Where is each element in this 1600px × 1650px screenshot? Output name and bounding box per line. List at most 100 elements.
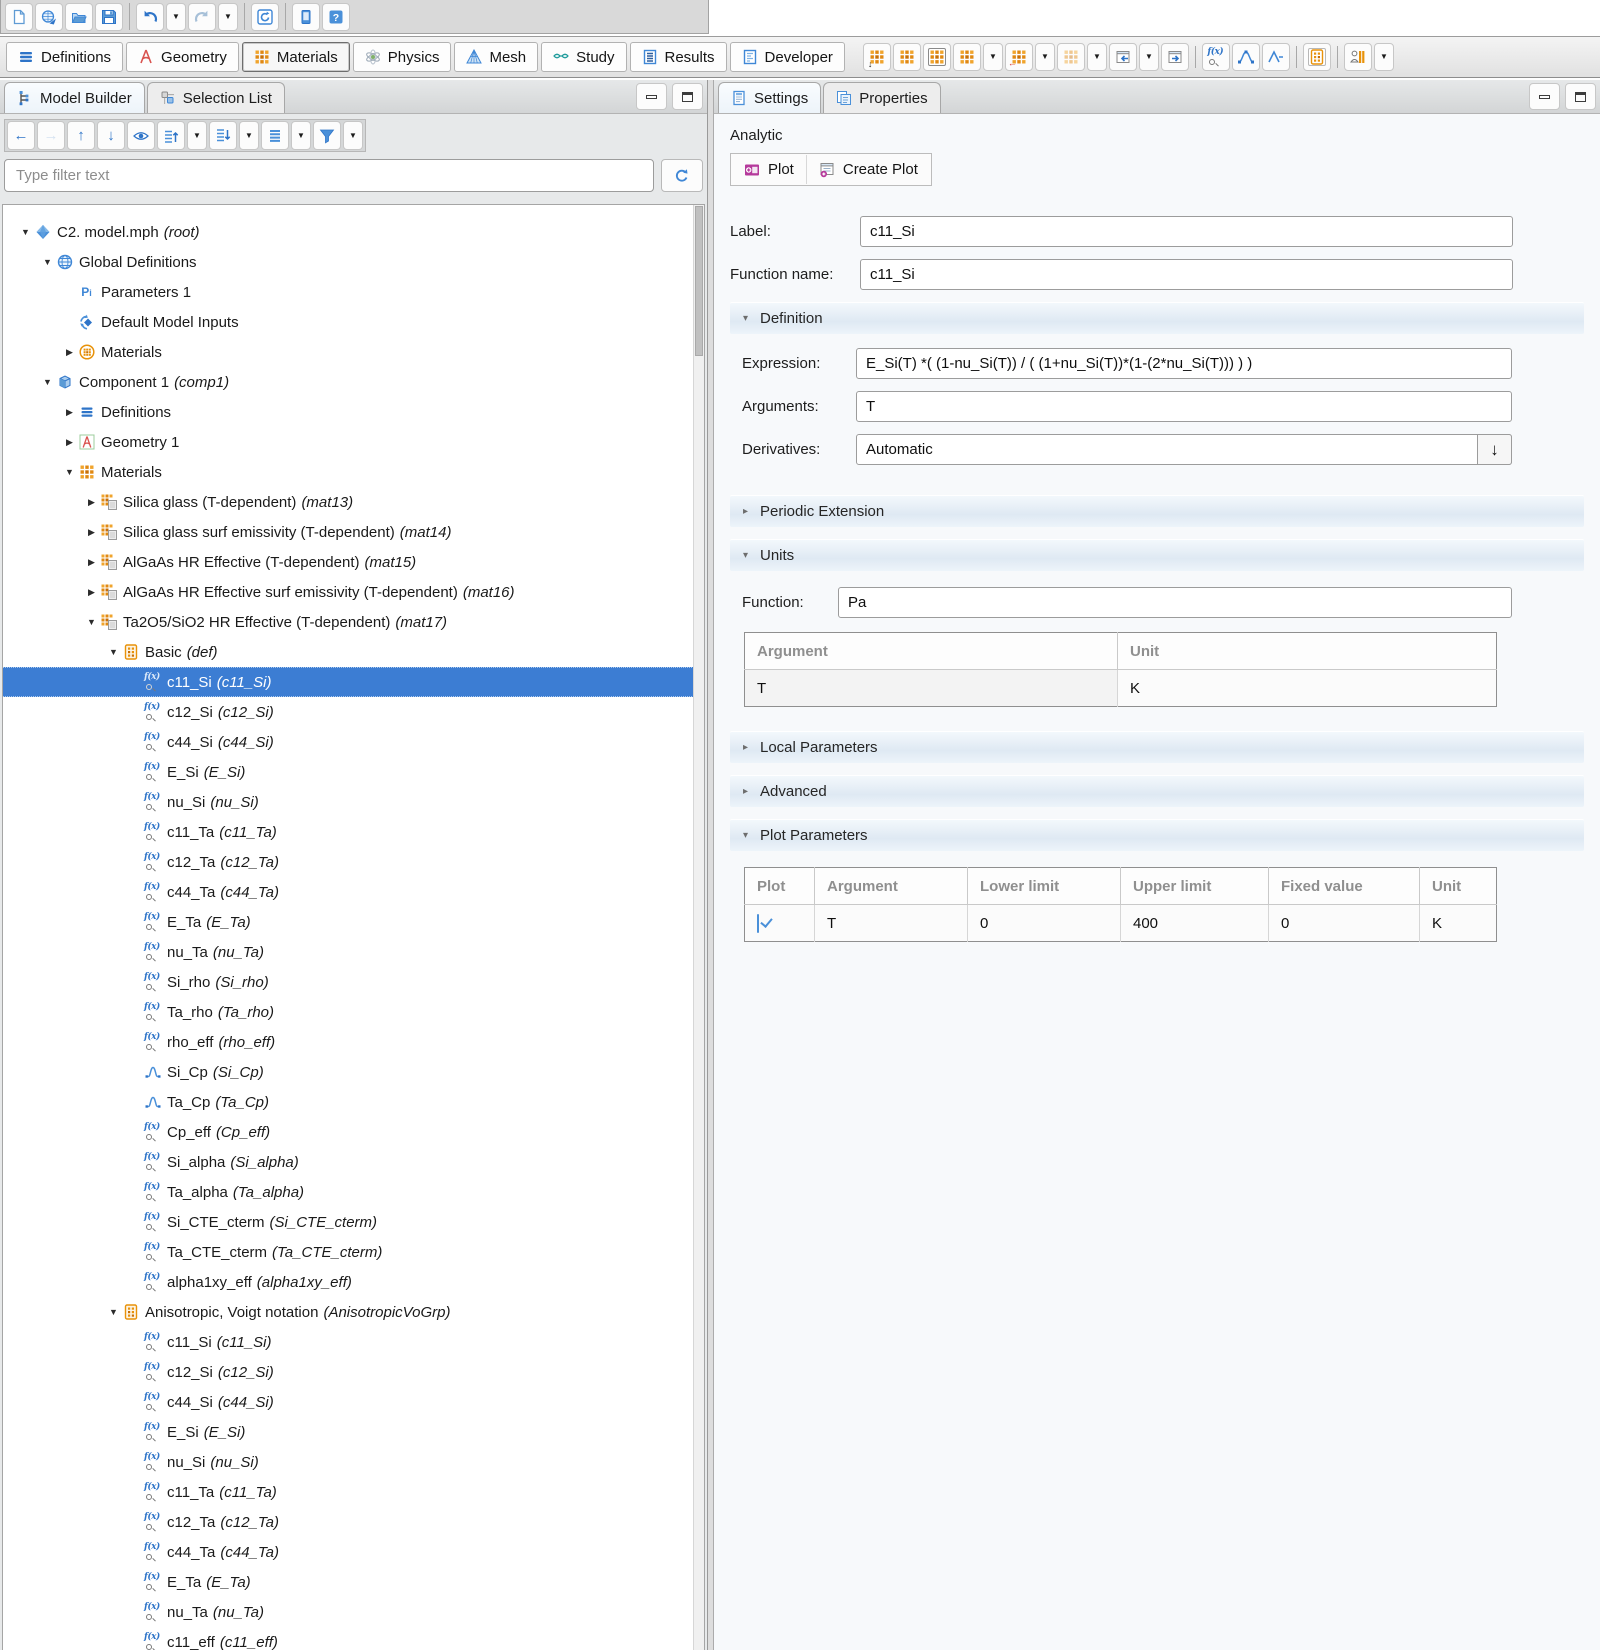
- layered-material-menu-button[interactable]: ▼: [1087, 43, 1107, 71]
- tree-item-c11-ta[interactable]: f(x)c11_Ta(c11_Ta): [3, 1477, 704, 1507]
- redo-menu-button[interactable]: ▼: [218, 3, 238, 31]
- tree-item-c11-si[interactable]: f(x)c11_Si(c11_Si): [3, 1327, 704, 1357]
- tree-item-definitions[interactable]: ▶Definitions: [3, 397, 704, 427]
- tree-item-anisotropic-voigt-notation[interactable]: ▼Anisotropic, Voigt notation(Anisotropic…: [3, 1297, 704, 1327]
- tree-scrollbar[interactable]: [693, 205, 704, 1650]
- derivatives-select[interactable]: Automatic ↓: [856, 434, 1512, 465]
- tab-selection-list[interactable]: Selection List: [147, 82, 285, 113]
- tree-item-c44-ta[interactable]: f(x)c44_Ta(c44_Ta): [3, 877, 704, 907]
- tree-expander-icon[interactable]: ▼: [39, 377, 56, 387]
- left-panel-minimize-button[interactable]: [636, 83, 667, 110]
- tree-item-ta-alpha[interactable]: f(x)Ta_alpha(Ta_alpha): [3, 1177, 704, 1207]
- tree-item-nu-ta[interactable]: f(x)nu_Ta(nu_Ta): [3, 1597, 704, 1627]
- tree-expander-icon[interactable]: ▶: [61, 347, 78, 358]
- section-local-parameters[interactable]: ▸ Local Parameters: [730, 731, 1584, 763]
- tree-expander-icon[interactable]: ▶: [83, 587, 100, 598]
- units-table-row[interactable]: TK: [745, 670, 1497, 707]
- ribbon-tab-study[interactable]: Study: [541, 42, 626, 72]
- forward-button[interactable]: →: [37, 121, 65, 150]
- filter-button[interactable]: [313, 121, 341, 150]
- add-material-menu-button[interactable]: ▼: [983, 43, 1003, 71]
- section-units[interactable]: ▾ Units: [730, 539, 1584, 571]
- tree-item-ta-rho[interactable]: f(x)Ta_rho(Ta_rho): [3, 997, 704, 1027]
- arguments-input[interactable]: [856, 391, 1512, 422]
- section-plot-parameters[interactable]: ▾ Plot Parameters: [730, 819, 1584, 851]
- tree-item-c2-model-mph[interactable]: ▼C2. model.mph(root): [3, 217, 704, 247]
- ribbon-tab-developer[interactable]: Developer: [730, 42, 845, 72]
- update-solution-button[interactable]: [251, 3, 279, 31]
- filter-menu-button[interactable]: ▼: [343, 121, 363, 150]
- tree-item-e-ta[interactable]: f(x)E_Ta(E_Ta): [3, 1567, 704, 1597]
- plot-table-row[interactable]: T04000K: [745, 905, 1497, 942]
- save-file-button[interactable]: [95, 3, 123, 31]
- export-material-button[interactable]: [1161, 43, 1189, 71]
- add-material-button[interactable]: [953, 43, 981, 71]
- tree-item-ta-cp[interactable]: Ta_Cp(Ta_Cp): [3, 1087, 704, 1117]
- tree-item-c44-si[interactable]: f(x)c44_Si(c44_Si): [3, 1387, 704, 1417]
- tree-item-basic[interactable]: ▼Basic(def): [3, 637, 704, 667]
- tree-filter-input[interactable]: [4, 159, 654, 192]
- tree-expander-icon[interactable]: ▶: [83, 497, 100, 508]
- tree-item-c12-ta[interactable]: f(x)c12_Ta(c12_Ta): [3, 1507, 704, 1537]
- show-button[interactable]: [127, 121, 155, 150]
- open-file-button[interactable]: [65, 3, 93, 31]
- tab-model-builder[interactable]: Model Builder: [4, 82, 145, 113]
- tree-item-default-model-inputs[interactable]: Default Model Inputs: [3, 307, 704, 337]
- expand-all-button[interactable]: [157, 121, 185, 150]
- tree-item-nu-si[interactable]: f(x)nu_Si(nu_Si): [3, 787, 704, 817]
- tree-item-e-ta[interactable]: f(x)E_Ta(E_Ta): [3, 907, 704, 937]
- windows-button[interactable]: [292, 3, 320, 31]
- section-definition[interactable]: ▾ Definition: [730, 302, 1584, 334]
- move-material-menu-button[interactable]: ▼: [1035, 43, 1055, 71]
- section-periodic-extension[interactable]: ▸ Periodic Extension: [730, 495, 1584, 527]
- tree-item-e-si[interactable]: f(x)E_Si(E_Si): [3, 1417, 704, 1447]
- browse-materials-button[interactable]: [923, 43, 951, 71]
- import-material-menu-button[interactable]: ▼: [1139, 43, 1159, 71]
- tree-item-nu-si[interactable]: f(x)nu_Si(nu_Si): [3, 1447, 704, 1477]
- tree-item-silica-glass-t-dependent-[interactable]: ▶Silica glass (T-dependent)(mat13): [3, 487, 704, 517]
- tree-expander-icon[interactable]: ▼: [83, 617, 100, 627]
- ribbon-tab-geometry[interactable]: Geometry: [126, 42, 239, 72]
- tree-item-geometry-1[interactable]: ▶Geometry 1: [3, 427, 704, 457]
- right-panel-maximize-button[interactable]: [1565, 83, 1596, 110]
- piecewise-function-button[interactable]: [1262, 43, 1290, 71]
- ribbon-tab-physics[interactable]: Physics: [353, 42, 452, 72]
- left-panel-maximize-button[interactable]: [672, 83, 703, 110]
- tree-item-global-definitions[interactable]: ▼Global Definitions: [3, 247, 704, 277]
- ribbon-tab-materials[interactable]: Materials: [242, 42, 350, 72]
- add-material-to-selection-button[interactable]: ↓: [863, 43, 891, 71]
- tree-item-c12-ta[interactable]: f(x)c12_Ta(c12_Ta): [3, 847, 704, 877]
- refresh-filter-button[interactable]: [661, 159, 703, 192]
- tree-item-ta2o5-sio2-hr-effective-t-dependent-[interactable]: ▼Ta2O5/SiO2 HR Effective (T-dependent)(m…: [3, 607, 704, 637]
- tree-item-alpha1xy-eff[interactable]: f(x)alpha1xy_eff(alpha1xy_eff): [3, 1267, 704, 1297]
- tree-item-c11-si[interactable]: f(x)c11_Si(c11_Si): [3, 667, 704, 697]
- application-libraries-button[interactable]: [35, 3, 63, 31]
- tab-settings[interactable]: Settings: [718, 82, 821, 113]
- move-material-button[interactable]: ←: [1005, 43, 1033, 71]
- tree-expander-icon[interactable]: ▼: [61, 467, 78, 477]
- tree-item-materials[interactable]: ▶Materials: [3, 337, 704, 367]
- tree-item-e-si[interactable]: f(x)E_Si(E_Si): [3, 757, 704, 787]
- move-up-button[interactable]: ↑: [67, 121, 95, 150]
- user-defined-material-button[interactable]: [1344, 43, 1372, 71]
- tree-expander-icon[interactable]: ▼: [39, 257, 56, 267]
- tree-item-nu-ta[interactable]: f(x)nu_Ta(nu_Ta): [3, 937, 704, 967]
- tree-item-c12-si[interactable]: f(x)c12_Si(c12_Si): [3, 697, 704, 727]
- tree-item-rho-eff[interactable]: f(x)rho_eff(rho_eff): [3, 1027, 704, 1057]
- material-browser-button[interactable]: [1303, 43, 1331, 71]
- ribbon-tab-definitions[interactable]: Definitions: [6, 42, 123, 72]
- label-input[interactable]: [860, 216, 1513, 247]
- tree-item-c11-ta[interactable]: f(x)c11_Ta(c11_Ta): [3, 817, 704, 847]
- derivatives-dropdown-button[interactable]: ↓: [1477, 434, 1512, 465]
- tree-item-materials[interactable]: ▼Materials: [3, 457, 704, 487]
- right-panel-minimize-button[interactable]: [1529, 83, 1560, 110]
- import-material-button[interactable]: [1109, 43, 1137, 71]
- section-advanced[interactable]: ▸ Advanced: [730, 775, 1584, 807]
- undo-button[interactable]: [136, 3, 164, 31]
- tree-expander-icon[interactable]: ▼: [17, 227, 34, 237]
- tree-item-c11-eff[interactable]: f(x)c11_eff(c11_eff): [3, 1627, 704, 1650]
- tree-item-parameters-1[interactable]: PiParameters 1: [3, 277, 704, 307]
- ribbon-tab-mesh[interactable]: Mesh: [454, 42, 538, 72]
- collapse-menu-button[interactable]: ▼: [239, 121, 259, 150]
- new-file-button[interactable]: [5, 3, 33, 31]
